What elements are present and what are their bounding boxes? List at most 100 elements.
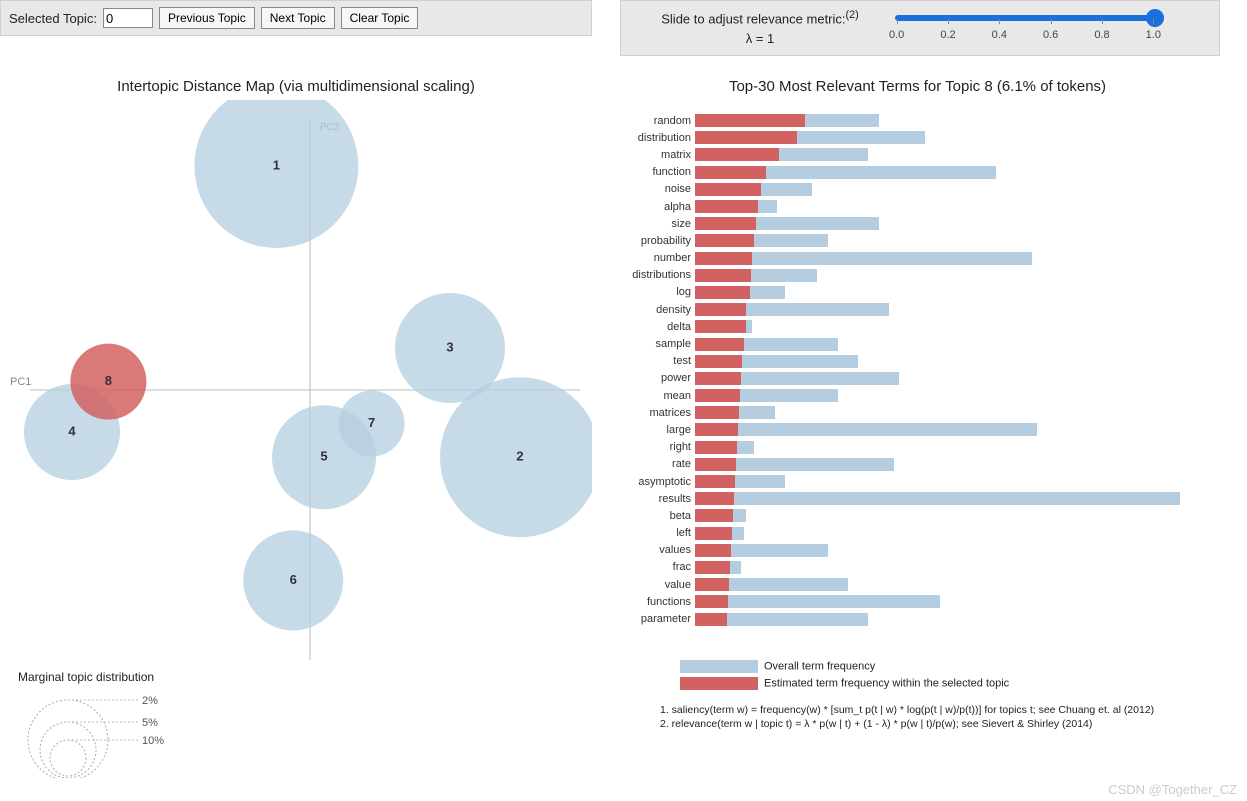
term-row[interactable]: results <box>620 490 1215 507</box>
term-label: mean <box>620 390 695 402</box>
slider-footnote-ref: (2) <box>846 9 859 21</box>
term-bar-track <box>695 458 1215 471</box>
topic-frequency-bar <box>695 320 746 333</box>
marginal-legend-2pct: 2% <box>142 695 158 707</box>
topic-frequency-bar <box>695 286 750 299</box>
selected-topic-input[interactable] <box>103 8 153 28</box>
topic-frequency-bar <box>695 406 739 419</box>
term-label: matrices <box>620 407 695 419</box>
topic-bubble-label-4: 4 <box>68 423 76 438</box>
term-row[interactable]: test <box>620 353 1215 370</box>
term-row[interactable]: power <box>620 370 1215 387</box>
topic-frequency-bar <box>695 269 751 282</box>
term-row[interactable]: values <box>620 542 1215 559</box>
term-bar-track <box>695 131 1215 144</box>
topic-bubble-label-7: 7 <box>368 415 375 430</box>
term-bar-track <box>695 303 1215 316</box>
term-row[interactable]: function <box>620 164 1215 181</box>
term-row[interactable]: rate <box>620 456 1215 473</box>
term-label: matrix <box>620 149 695 161</box>
term-row[interactable]: matrices <box>620 404 1215 421</box>
topic-legend-label: Estimated term frequency within the sele… <box>764 677 1009 689</box>
lambda-tick: 0.4 <box>992 29 1007 41</box>
term-row[interactable]: right <box>620 439 1215 456</box>
intertopic-distance-map[interactable]: PC2 PC1 12345678 <box>0 100 592 680</box>
term-bar-track <box>695 166 1215 179</box>
term-bar-track <box>695 148 1215 161</box>
term-label: distribution <box>620 132 695 144</box>
term-row[interactable]: large <box>620 421 1215 438</box>
term-label: beta <box>620 510 695 522</box>
term-row[interactable]: asymptotic <box>620 473 1215 490</box>
previous-topic-button[interactable]: Previous Topic <box>159 7 255 29</box>
term-row[interactable]: mean <box>620 387 1215 404</box>
lambda-tick: 1.0 <box>1146 29 1161 41</box>
lambda-slider-ticks: 0.00.20.40.60.81.0 <box>889 29 1161 41</box>
term-label: sample <box>620 338 695 350</box>
term-row[interactable]: random <box>620 112 1215 129</box>
term-row[interactable]: number <box>620 250 1215 267</box>
term-label: left <box>620 527 695 539</box>
term-row[interactable]: value <box>620 576 1215 593</box>
topic-swatch <box>680 677 758 690</box>
term-row[interactable]: alpha <box>620 198 1215 215</box>
topic-frequency-bar <box>695 166 766 179</box>
term-bar-track <box>695 561 1215 574</box>
topic-bubble-label-1: 1 <box>273 157 280 172</box>
term-row[interactable]: left <box>620 525 1215 542</box>
term-row[interactable]: delta <box>620 318 1215 335</box>
term-label: log <box>620 286 695 298</box>
term-row[interactable]: distributions <box>620 267 1215 284</box>
term-label: large <box>620 424 695 436</box>
lambda-tick: 0.8 <box>1094 29 1109 41</box>
term-label: rate <box>620 458 695 470</box>
term-row[interactable]: functions <box>620 593 1215 610</box>
term-row[interactable]: log <box>620 284 1215 301</box>
lambda-slider-thumb[interactable] <box>1146 9 1164 27</box>
topic-frequency-bar <box>695 131 797 144</box>
term-row[interactable]: density <box>620 301 1215 318</box>
topic-bubble-label-8: 8 <box>105 373 112 388</box>
topic-frequency-bar <box>695 217 756 230</box>
watermark: CSDN @Together_CZ <box>1108 782 1237 797</box>
term-row[interactable]: probability <box>620 232 1215 249</box>
topic-frequency-bar <box>695 252 752 265</box>
term-bar-track <box>695 217 1215 230</box>
term-row[interactable]: noise <box>620 181 1215 198</box>
topic-frequency-bar <box>695 544 731 557</box>
term-bar-track <box>695 492 1215 505</box>
overall-frequency-bar <box>695 423 1037 436</box>
term-bar-track <box>695 509 1215 522</box>
term-label: asymptotic <box>620 476 695 488</box>
topic-frequency-bar <box>695 303 746 316</box>
lambda-slider[interactable] <box>895 15 1155 21</box>
term-row[interactable]: parameter <box>620 610 1215 627</box>
term-row[interactable]: frac <box>620 559 1215 576</box>
term-bar-track <box>695 527 1215 540</box>
lambda-tick: 0.0 <box>889 29 904 41</box>
term-row[interactable]: size <box>620 215 1215 232</box>
term-label: value <box>620 579 695 591</box>
topic-frequency-bar <box>695 613 727 626</box>
term-bar-track <box>695 200 1215 213</box>
term-label: density <box>620 304 695 316</box>
term-bar-track <box>695 355 1215 368</box>
overall-frequency-bar <box>695 595 940 608</box>
topic-frequency-bar <box>695 200 758 213</box>
topic-frequency-bar <box>695 509 733 522</box>
clear-topic-button[interactable]: Clear Topic <box>341 7 419 29</box>
topic-bubble-label-6: 6 <box>290 572 297 587</box>
term-row[interactable]: matrix <box>620 146 1215 163</box>
next-topic-button[interactable]: Next Topic <box>261 7 335 29</box>
term-bar-track <box>695 269 1215 282</box>
topic-frequency-bar <box>695 338 744 351</box>
topic-frequency-bar <box>695 492 734 505</box>
term-row[interactable]: beta <box>620 507 1215 524</box>
term-bar-track <box>695 423 1215 436</box>
term-row[interactable]: distribution <box>620 129 1215 146</box>
term-row[interactable]: sample <box>620 335 1215 352</box>
topic-frequency-bar <box>695 114 805 127</box>
term-frequency-bar-chart[interactable]: random distribution matrix functionnoisealp… <box>620 112 1215 628</box>
topic-bubble-1[interactable] <box>194 100 358 248</box>
term-label: size <box>620 218 695 230</box>
